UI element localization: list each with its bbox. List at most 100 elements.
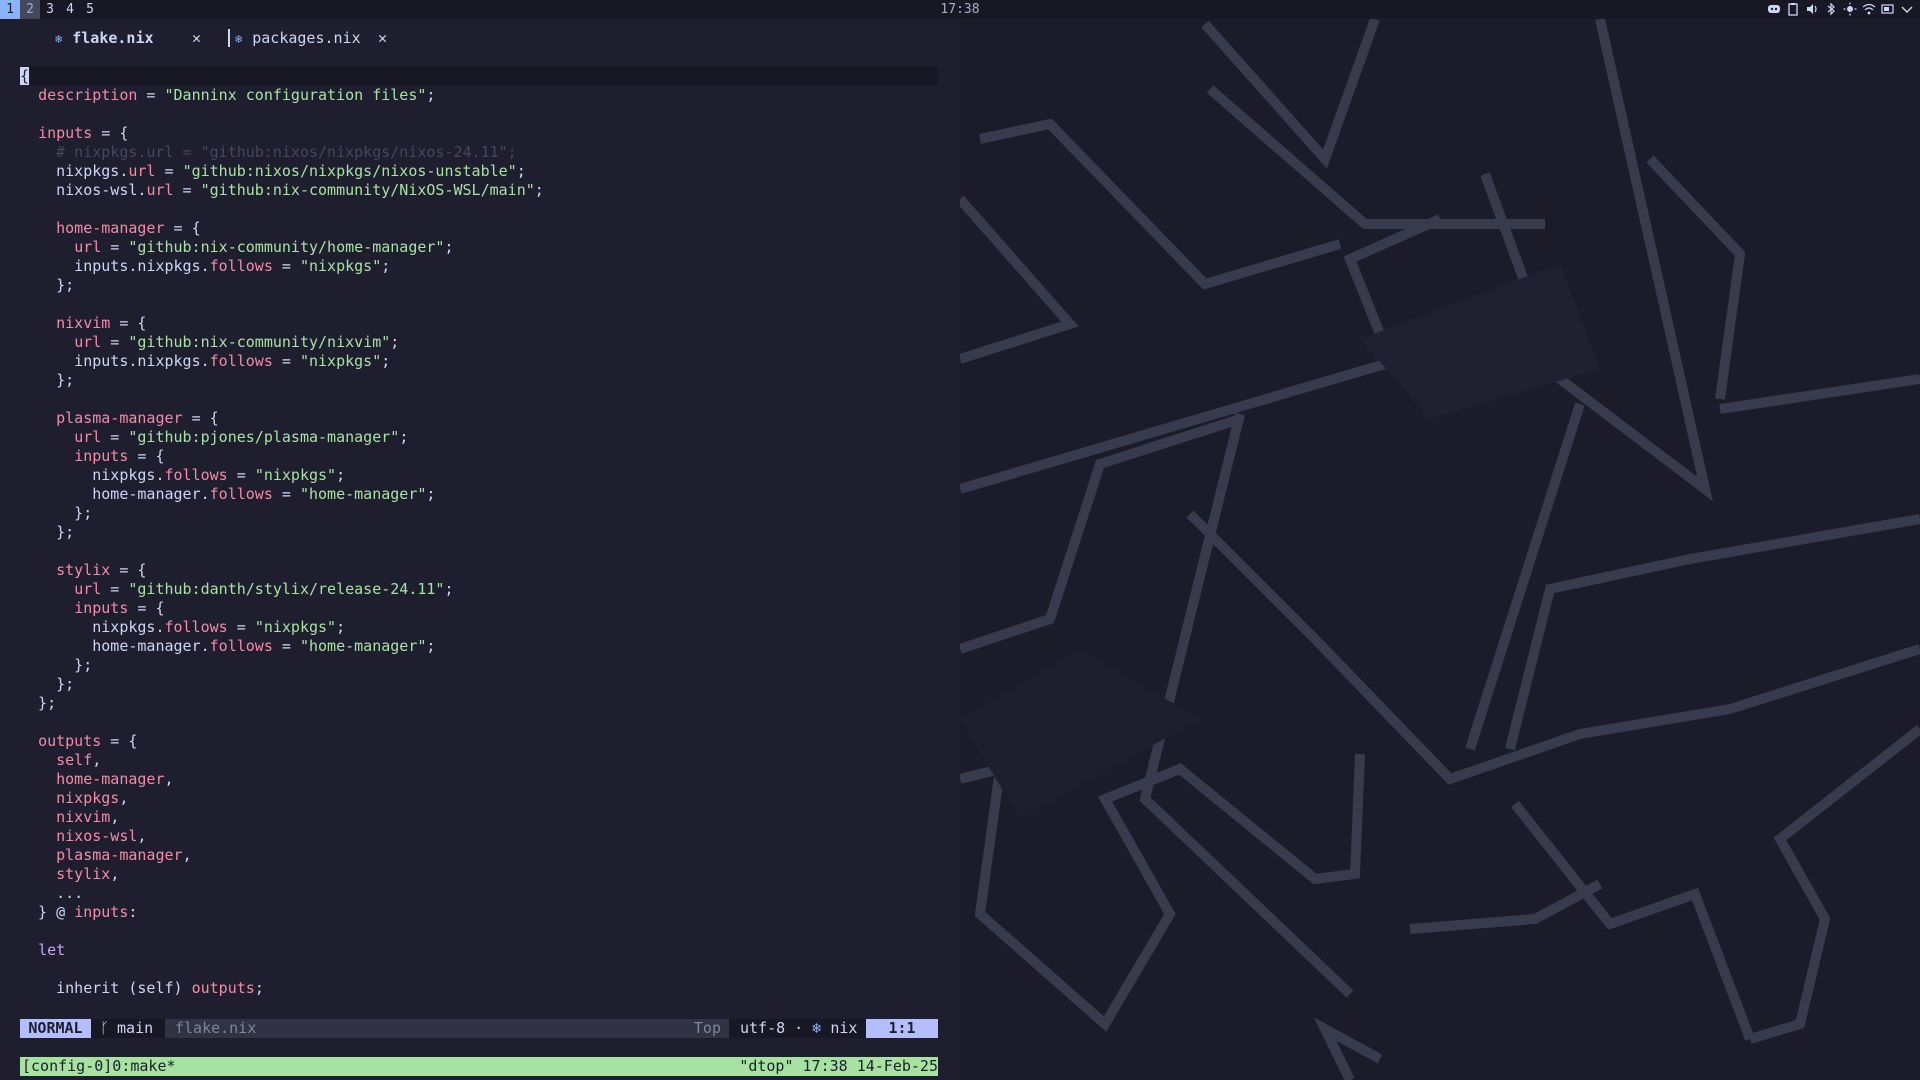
- code-line[interactable]: stylix,: [20, 865, 938, 884]
- code-token: ,: [137, 827, 147, 845]
- code-token: follows: [209, 352, 273, 370]
- code-token: # nixpkgs.url = "github:nixos/nixpkgs/ni…: [56, 143, 517, 161]
- system-tray: [1767, 2, 1914, 17]
- code-line[interactable]: [20, 713, 938, 732]
- code-token: inputs.nixpkgs.: [20, 352, 210, 370]
- code-line[interactable]: home-manager = {: [20, 219, 938, 238]
- neovim-editor[interactable]: ❄ flake.nix ✕ ❄ packages.nix ✕ { descripti…: [0, 19, 960, 1080]
- code-line[interactable]: nixpkgs.url = "github:nixos/nixpkgs/nixo…: [20, 162, 938, 181]
- code-line[interactable]: [20, 390, 938, 409]
- code-line[interactable]: nixvim = {: [20, 314, 938, 333]
- code-token: };: [20, 504, 93, 522]
- code-line[interactable]: nixpkgs,: [20, 789, 938, 808]
- code-token: ;: [426, 637, 436, 655]
- code-line[interactable]: };: [20, 504, 938, 523]
- code-line[interactable]: };: [20, 371, 938, 390]
- code-line[interactable]: };: [20, 675, 938, 694]
- code-token: };: [20, 523, 75, 541]
- code-token: inputs.nixpkgs.: [20, 257, 210, 275]
- code-line[interactable]: [20, 200, 938, 219]
- code-line[interactable]: url = "github:danth/stylix/release-24.11…: [20, 580, 938, 599]
- code-line[interactable]: nixos-wsl,: [20, 827, 938, 846]
- code-token: =: [173, 181, 201, 199]
- code-token: =: [155, 162, 183, 180]
- code-token: ...: [20, 884, 84, 902]
- code-line[interactable]: inputs.nixpkgs.follows = "nixpkgs";: [20, 257, 938, 276]
- code-line[interactable]: nixvim,: [20, 808, 938, 827]
- code-token: = {: [128, 447, 165, 465]
- code-line[interactable]: plasma-manager = {: [20, 409, 938, 428]
- code-line[interactable]: self,: [20, 751, 938, 770]
- code-line[interactable]: inherit (self) outputs;: [20, 979, 938, 998]
- code-line[interactable]: outputs = {: [20, 732, 938, 751]
- code-line[interactable]: };: [20, 276, 938, 295]
- code-line[interactable]: };: [20, 656, 938, 675]
- code-token: stylix: [56, 865, 111, 883]
- code-line[interactable]: };: [20, 694, 938, 713]
- code-line[interactable]: inputs.nixpkgs.follows = "nixpkgs";: [20, 352, 938, 371]
- code-line[interactable]: [20, 542, 938, 561]
- code-line[interactable]: [20, 105, 938, 124]
- code-token: ;: [426, 485, 436, 503]
- close-tab-packages-nix-icon[interactable]: ✕: [378, 19, 387, 57]
- tab-flake-nix[interactable]: ❄ flake.nix: [55, 19, 154, 57]
- code-line[interactable]: inputs = {: [20, 124, 938, 143]
- code-token: } @: [20, 903, 75, 921]
- code-line[interactable]: [20, 922, 938, 941]
- code-buffer[interactable]: { description = "Danninx configuration f…: [20, 67, 938, 1007]
- code-line[interactable]: {: [20, 67, 938, 86]
- clipboard-icon[interactable]: [1786, 2, 1800, 16]
- code-line[interactable]: home-manager.follows = "home-manager";: [20, 485, 938, 504]
- code-token: inputs: [74, 447, 129, 465]
- brightness-icon[interactable]: [1843, 2, 1857, 16]
- code-token: ;: [444, 580, 454, 598]
- tab-packages-nix[interactable]: ❄ packages.nix: [235, 19, 361, 57]
- code-token: =: [272, 257, 300, 275]
- code-line[interactable]: url = "github:pjones/plasma-manager";: [20, 428, 938, 447]
- workspace-4[interactable]: 4: [60, 0, 80, 19]
- code-line[interactable]: plasma-manager,: [20, 846, 938, 865]
- code-token: home-manager: [56, 219, 165, 237]
- battery-icon[interactable]: [1881, 2, 1895, 16]
- code-line[interactable]: stylix = {: [20, 561, 938, 580]
- workspace-3[interactable]: 3: [40, 0, 60, 19]
- code-line[interactable]: nixpkgs.follows = "nixpkgs";: [20, 618, 938, 637]
- code-line[interactable]: inputs = {: [20, 599, 938, 618]
- wifi-icon[interactable]: [1862, 2, 1876, 16]
- workspace-1[interactable]: 1: [0, 0, 20, 19]
- code-line[interactable]: url = "github:nix-community/home-manager…: [20, 238, 938, 257]
- code-line[interactable]: };: [20, 523, 938, 542]
- workspace-5[interactable]: 5: [80, 0, 100, 19]
- code-token: nixvim: [56, 808, 111, 826]
- code-token: follows: [164, 618, 228, 636]
- text-cursor: {: [20, 67, 30, 85]
- code-line[interactable]: [20, 295, 938, 314]
- code-token: =: [227, 618, 255, 636]
- close-tab-flake-nix-icon[interactable]: ✕: [192, 19, 201, 57]
- code-line[interactable]: home-manager,: [20, 770, 938, 789]
- code-line[interactable]: # nixpkgs.url = "github:nixos/nixpkgs/ni…: [20, 143, 938, 162]
- code-line[interactable]: url = "github:nix-community/nixvim";: [20, 333, 938, 352]
- code-line[interactable]: description = "Danninx configuration fil…: [20, 86, 938, 105]
- chevron-down-icon[interactable]: [1900, 2, 1914, 16]
- code-token: outputs: [38, 732, 102, 750]
- code-line[interactable]: } @ inputs:: [20, 903, 938, 922]
- code-line[interactable]: let: [20, 941, 938, 960]
- tmux-session[interactable]: [config-0]0:make*: [22, 1057, 176, 1076]
- code-line[interactable]: [20, 960, 938, 979]
- code-line[interactable]: ...: [20, 884, 938, 903]
- bluetooth-icon[interactable]: [1824, 2, 1838, 16]
- code-line[interactable]: home-manager.follows = "home-manager";: [20, 637, 938, 656]
- tmux-host-clock: "dtop" 17:38 14-Feb-25: [739, 1057, 938, 1075]
- volume-icon[interactable]: [1805, 2, 1819, 16]
- code-line[interactable]: nixpkgs.follows = "nixpkgs";: [20, 466, 938, 485]
- code-line[interactable]: inputs = {: [20, 447, 938, 466]
- workspace-2[interactable]: 2: [20, 0, 40, 19]
- discord-icon[interactable]: [1767, 2, 1781, 16]
- code-line[interactable]: nixos-wsl.url = "github:nix-community/Ni…: [20, 181, 938, 200]
